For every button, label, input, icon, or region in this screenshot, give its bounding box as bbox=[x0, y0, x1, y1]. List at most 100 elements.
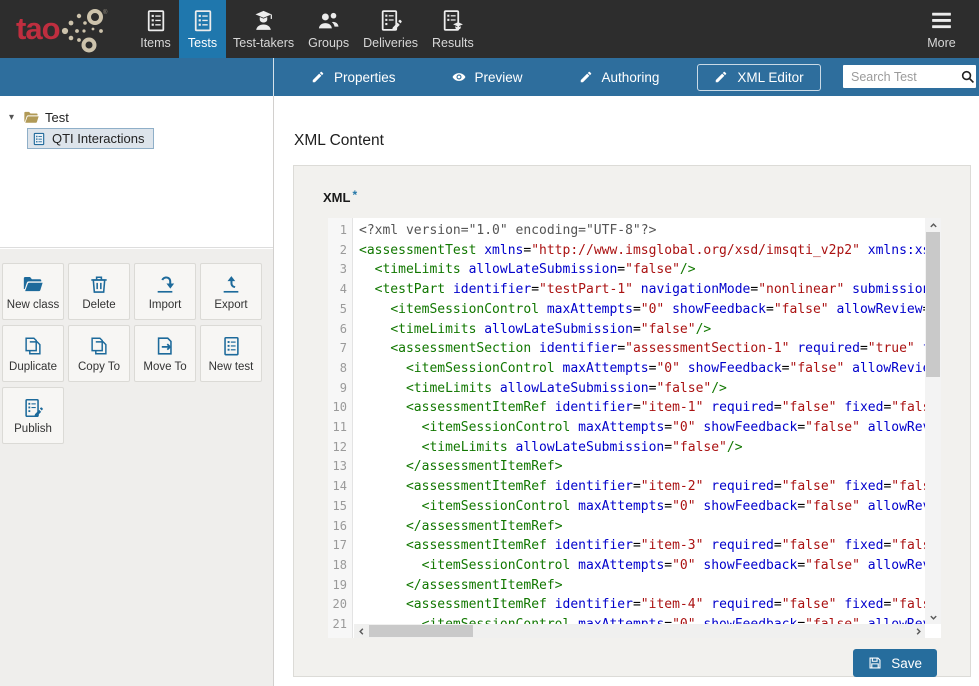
toolbar-action-authoring[interactable]: Authoring bbox=[565, 65, 674, 90]
resource-tree: ▾ Test QTI Interactions bbox=[0, 96, 273, 248]
code-line: <itemSessionControl maxAttempts="0" show… bbox=[359, 418, 925, 438]
caret-down-icon[interactable]: ▾ bbox=[9, 112, 18, 123]
action-label: Export bbox=[214, 299, 247, 311]
editor-vertical-scrollbar[interactable] bbox=[925, 218, 941, 624]
save-button[interactable]: Save bbox=[853, 649, 937, 677]
export-button[interactable]: Export bbox=[200, 263, 262, 320]
code-line: <?xml version="1.0" encoding="UTF-8"?> bbox=[359, 221, 925, 241]
action-label: New class bbox=[7, 299, 59, 311]
scroll-down-button[interactable] bbox=[925, 610, 941, 624]
line-number: 20 bbox=[328, 595, 347, 615]
line-number: 17 bbox=[328, 536, 347, 556]
scroll-up-button[interactable] bbox=[925, 218, 941, 232]
top-header: tao ® Items Tests Test-takers Groups Deliver… bbox=[0, 0, 979, 58]
line-number: 5 bbox=[328, 300, 347, 320]
nav-item-deliveries[interactable]: Deliveries bbox=[356, 0, 425, 58]
editor-code-area[interactable]: <?xml version="1.0" encoding="UTF-8"?> <a… bbox=[354, 218, 925, 638]
nav-item-label: Items bbox=[140, 36, 171, 50]
nav-item-label: Tests bbox=[188, 36, 217, 50]
floppy-disk-icon bbox=[868, 656, 882, 670]
xml-field-label: XML* bbox=[323, 190, 357, 205]
code-line: <timeLimits allowLateSubmission="false"/… bbox=[359, 320, 925, 340]
toolbar-action-label: Authoring bbox=[602, 70, 660, 85]
toolbar-action-xml-editor[interactable]: XML Editor bbox=[697, 64, 820, 91]
nav-item-results[interactable]: Results bbox=[425, 0, 481, 58]
code-line: </assessmentItemRef> bbox=[359, 576, 925, 596]
nav-item-more[interactable]: More bbox=[918, 0, 965, 58]
vertical-scroll-thumb[interactable] bbox=[926, 232, 940, 377]
page-title: XML Content bbox=[294, 132, 384, 150]
tree-item-qti-interactions[interactable]: QTI Interactions bbox=[27, 128, 154, 149]
clipboard-list-icon bbox=[220, 335, 242, 357]
action-label: Publish bbox=[14, 423, 52, 435]
code-line: <assessmentItemRef identifier="item-2" r… bbox=[359, 477, 925, 497]
action-label: Import bbox=[149, 299, 182, 311]
copy-to-button[interactable]: Copy To bbox=[68, 325, 130, 382]
tree-root-test[interactable]: ▾ Test bbox=[0, 96, 273, 125]
code-line: </assessmentItemRef> bbox=[359, 517, 925, 537]
move-to-button[interactable]: Move To bbox=[134, 325, 196, 382]
editor-horizontal-scrollbar[interactable] bbox=[354, 624, 925, 638]
horizontal-scroll-thumb[interactable] bbox=[369, 625, 473, 637]
toolbar-action-properties[interactable]: Properties bbox=[297, 65, 410, 90]
nav-item-label: Test-takers bbox=[233, 36, 294, 50]
scroll-right-button[interactable] bbox=[911, 624, 925, 638]
code-line: <itemSessionControl maxAttempts="0" show… bbox=[359, 556, 925, 576]
nav-item-groups[interactable]: Groups bbox=[301, 0, 356, 58]
action-label: Copy To bbox=[78, 361, 120, 373]
nav-item-label: Deliveries bbox=[363, 36, 418, 50]
delete-button[interactable]: Delete bbox=[68, 263, 130, 320]
xml-code-editor[interactable]: 123456789101112131415161718192021 <?xml … bbox=[328, 218, 941, 638]
clipboard-grad-icon bbox=[440, 8, 465, 33]
code-line: <itemSessionControl maxAttempts="0" show… bbox=[359, 300, 925, 320]
new-class-button[interactable]: New class bbox=[2, 263, 64, 320]
toolbar-divider bbox=[273, 58, 274, 96]
code-line: <itemSessionControl maxAttempts="0" show… bbox=[359, 497, 925, 517]
main-nav: Items Tests Test-takers Groups Deliveries Res… bbox=[132, 0, 481, 58]
nav-item-tests[interactable]: Tests bbox=[179, 0, 226, 58]
line-number: 14 bbox=[328, 477, 347, 497]
line-number: 12 bbox=[328, 438, 347, 458]
export-icon bbox=[220, 273, 242, 295]
import-icon bbox=[154, 273, 176, 295]
code-line: <timeLimits allowLateSubmission="false"/… bbox=[359, 260, 925, 280]
search-input[interactable] bbox=[843, 65, 955, 88]
scroll-left-button[interactable] bbox=[354, 624, 368, 638]
code-line: </assessmentItemRef> bbox=[359, 457, 925, 477]
folder-open-icon bbox=[22, 273, 44, 295]
editor-line-numbers: 123456789101112131415161718192021 bbox=[328, 218, 353, 638]
hamburger-icon bbox=[929, 8, 954, 33]
code-line: <timeLimits allowLateSubmission="false"/… bbox=[359, 379, 925, 399]
action-label: Duplicate bbox=[9, 361, 57, 373]
code-line: <itemSessionControl maxAttempts="0" show… bbox=[359, 359, 925, 379]
search-box bbox=[843, 65, 976, 88]
line-number: 6 bbox=[328, 320, 347, 340]
search-icon[interactable] bbox=[960, 69, 975, 84]
clipboard-list-icon bbox=[143, 8, 168, 33]
copy-icon bbox=[22, 335, 44, 357]
tao-logo[interactable]: tao ® bbox=[16, 4, 110, 56]
scrollbar-corner bbox=[925, 624, 941, 638]
nav-item-label: More bbox=[927, 36, 955, 50]
new-test-button[interactable]: New test bbox=[200, 325, 262, 382]
nav-item-test-takers[interactable]: Test-takers bbox=[226, 0, 301, 58]
toolbar-action-preview[interactable]: Preview bbox=[438, 65, 537, 90]
publish-button[interactable]: Publish bbox=[2, 387, 64, 444]
trash-icon bbox=[88, 273, 110, 295]
code-line: <timeLimits allowLateSubmission="false"/… bbox=[359, 438, 925, 458]
nav-item-items[interactable]: Items bbox=[132, 0, 179, 58]
code-line: <assessmentItemRef identifier="item-3" r… bbox=[359, 536, 925, 556]
tree-item-label: QTI Interactions bbox=[52, 131, 144, 146]
eye-icon bbox=[452, 70, 466, 84]
action-label: Move To bbox=[143, 361, 186, 373]
duplicate-button[interactable]: Duplicate bbox=[2, 325, 64, 382]
xml-form-panel: XML* 123456789101112131415161718192021 <… bbox=[293, 165, 971, 677]
code-line: <testPart identifier="testPart-1" naviga… bbox=[359, 280, 925, 300]
line-number: 10 bbox=[328, 398, 347, 418]
svg-text:®: ® bbox=[103, 9, 108, 16]
line-number: 11 bbox=[328, 418, 347, 438]
logo-text: tao bbox=[16, 4, 60, 54]
import-button[interactable]: Import bbox=[134, 263, 196, 320]
line-number: 8 bbox=[328, 359, 347, 379]
folder-icon bbox=[23, 110, 40, 125]
